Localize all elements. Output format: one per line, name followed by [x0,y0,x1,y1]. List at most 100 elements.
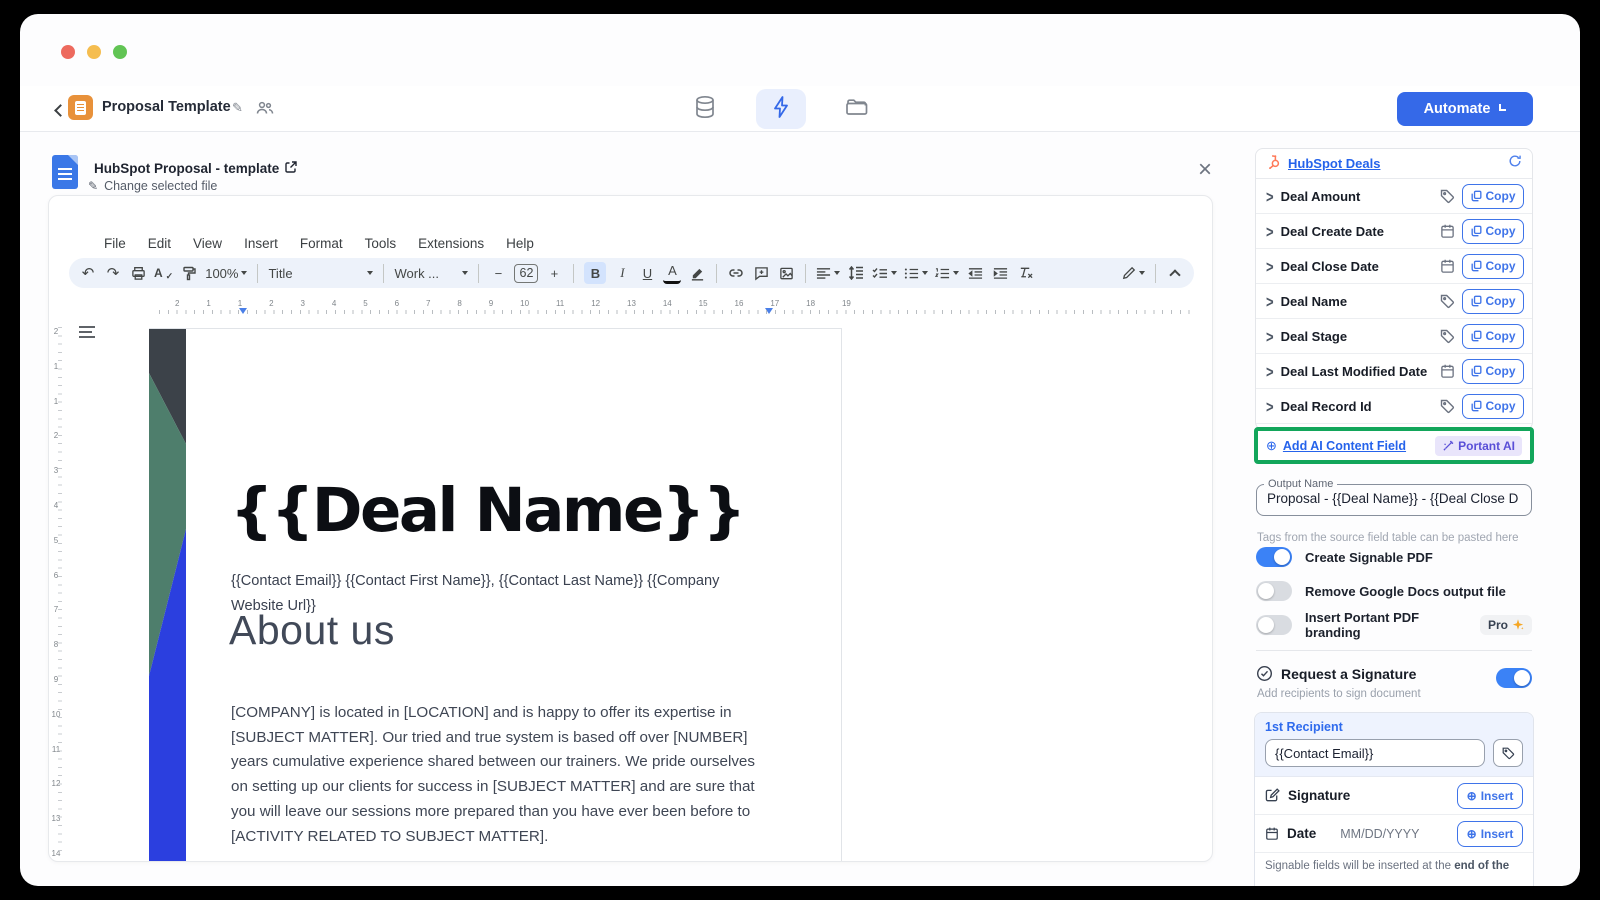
expand-chevron-icon[interactable]: > [1266,326,1274,346]
docs-menu-item[interactable]: Extensions [418,236,484,251]
insert-signature-button[interactable]: ⊕Insert [1457,783,1523,809]
close-window-icon[interactable] [61,45,75,59]
back-button[interactable] [56,102,65,120]
editing-mode-icon[interactable] [1122,262,1145,284]
change-selected-file-button[interactable]: ✎ Change selected file [88,179,217,193]
chevron-down-icon [241,271,247,275]
expand-chevron-icon[interactable]: > [1266,396,1274,416]
numbered-list-icon[interactable] [935,262,959,284]
copy-field-button[interactable]: Copy [1462,359,1524,384]
maximize-window-icon[interactable] [113,45,127,59]
copy-field-button[interactable]: Copy [1462,324,1524,349]
docs-menu-item[interactable]: Tools [365,236,397,251]
remove-gdocs-output-toggle[interactable] [1256,581,1292,601]
increase-font-size-button[interactable]: + [545,262,563,284]
document-outline-icon[interactable] [79,326,95,338]
automate-button[interactable]: Automate [1397,92,1533,126]
insert-date-button[interactable]: ⊕Insert [1457,821,1523,847]
source-data-tab[interactable] [680,89,730,129]
share-users-icon[interactable] [256,101,274,120]
automate-button-label: Automate [1424,101,1491,117]
font-size-input[interactable]: 62 [514,264,538,283]
field-label: Deal Stage [1281,329,1432,344]
docs-menu-item[interactable]: Help [506,236,534,251]
decrease-font-size-button[interactable]: − [489,262,507,284]
right-indent-marker[interactable] [765,308,773,314]
portant-ai-badge[interactable]: Portant AI [1435,436,1522,456]
insert-tag-button[interactable] [1493,739,1523,767]
source-link[interactable]: HubSpot Deals [1288,156,1380,171]
add-comment-icon[interactable] [752,262,770,284]
docs-menu-item[interactable]: View [193,236,222,251]
bulleted-list-icon[interactable] [904,262,928,284]
underline-button[interactable]: U [638,262,656,284]
zoom-select[interactable]: 100% [205,262,247,284]
highlight-color-icon[interactable] [688,262,706,284]
output-name-field[interactable]: Output Name Proposal - {{Deal Name}} - {… [1256,478,1532,516]
google-docs-editor[interactable]: File Edit View Insert Format Tools Extensions H… [48,195,1213,862]
docs-menu-item[interactable]: File [104,236,126,251]
vertical-ruler[interactable]: 211234567891011121314 [49,327,63,858]
chevron-down-icon [834,271,840,275]
output-name-value[interactable]: Proposal - {{Deal Name}} - {{Deal Close … [1257,490,1531,506]
portant-ai-badge-label: Portant AI [1458,439,1515,453]
docs-menu-item[interactable]: Insert [244,236,278,251]
request-signature-toggle[interactable] [1496,668,1532,688]
copy-field-button[interactable]: Copy [1462,394,1524,419]
copy-field-button[interactable]: Copy [1462,184,1524,209]
create-signable-pdf-toggle[interactable] [1256,547,1292,567]
expand-chevron-icon[interactable]: > [1266,361,1274,381]
expand-chevron-icon[interactable]: > [1266,291,1274,311]
horizontal-ruler[interactable]: 2112345678910111213141516171819 [63,299,1203,315]
rename-pencil-icon[interactable]: ✎ [232,100,243,116]
copy-field-button[interactable]: Copy [1462,254,1524,279]
add-ai-content-field-link[interactable]: Add AI Content Field [1283,439,1406,453]
output-folder-tab[interactable] [832,89,882,129]
italic-button[interactable]: I [613,262,631,284]
left-indent-marker[interactable] [239,308,247,314]
docs-menu-item[interactable]: Format [300,236,343,251]
database-icon [694,95,716,124]
workflow-step-tabs [680,86,882,132]
external-link-icon[interactable] [285,161,297,176]
refresh-icon[interactable] [1508,154,1522,173]
expand-chevron-icon[interactable]: > [1266,221,1274,241]
docs-menu-item[interactable]: Edit [148,236,171,251]
increase-indent-icon[interactable] [991,262,1009,284]
insert-portant-branding-toggle[interactable] [1256,615,1292,635]
copy-button-label: Copy [1486,259,1516,273]
document-page[interactable]: {{Deal Name}} {{Contact Email}} {{Contac… [149,328,842,862]
field-type-icon [1439,328,1455,344]
text-color-button[interactable]: A [663,262,681,284]
print-icon[interactable] [129,262,147,284]
undo-icon[interactable]: ↶ [79,262,97,284]
bold-button[interactable]: B [584,262,606,284]
insert-image-icon[interactable] [777,262,795,284]
copy-field-button[interactable]: Copy [1462,219,1524,244]
automation-tab-active[interactable] [756,89,806,129]
checklist-icon[interactable] [872,262,897,284]
expand-chevron-icon[interactable]: > [1266,256,1274,276]
close-panel-icon[interactable]: × [1198,156,1212,184]
paint-format-icon[interactable] [180,262,198,284]
paragraph-style-select[interactable]: Title [268,262,373,284]
doc-body-paragraph: [COMPANY] is located in [LOCATION] and i… [231,701,791,849]
clear-formatting-icon[interactable] [1016,262,1034,284]
spellcheck-icon[interactable]: A✓ [154,262,173,284]
font-family-select[interactable]: Work ... [394,262,468,284]
top-navigation-bar: Proposal Template ✎ Automate [20,86,1580,132]
field-label: Deal Record Id [1281,399,1432,414]
decrease-indent-icon[interactable] [966,262,984,284]
insert-button-label: Insert [1481,827,1514,841]
recipient-email-input[interactable]: {{Contact Email}} [1265,739,1485,767]
redo-icon[interactable]: ↷ [104,262,122,284]
collapse-toolbar-icon[interactable] [1166,262,1184,284]
line-spacing-icon[interactable] [847,262,865,284]
expand-chevron-icon[interactable]: > [1266,186,1274,206]
docs-menu-bar: File Edit View Insert Format Tools Extensions H… [104,236,534,251]
copy-field-button[interactable]: Copy [1462,289,1524,314]
doc-title-merge-tag: {{Deal Name}} [230,475,744,546]
align-icon[interactable] [816,262,840,284]
insert-link-icon[interactable] [727,262,745,284]
minimize-window-icon[interactable] [87,45,101,59]
